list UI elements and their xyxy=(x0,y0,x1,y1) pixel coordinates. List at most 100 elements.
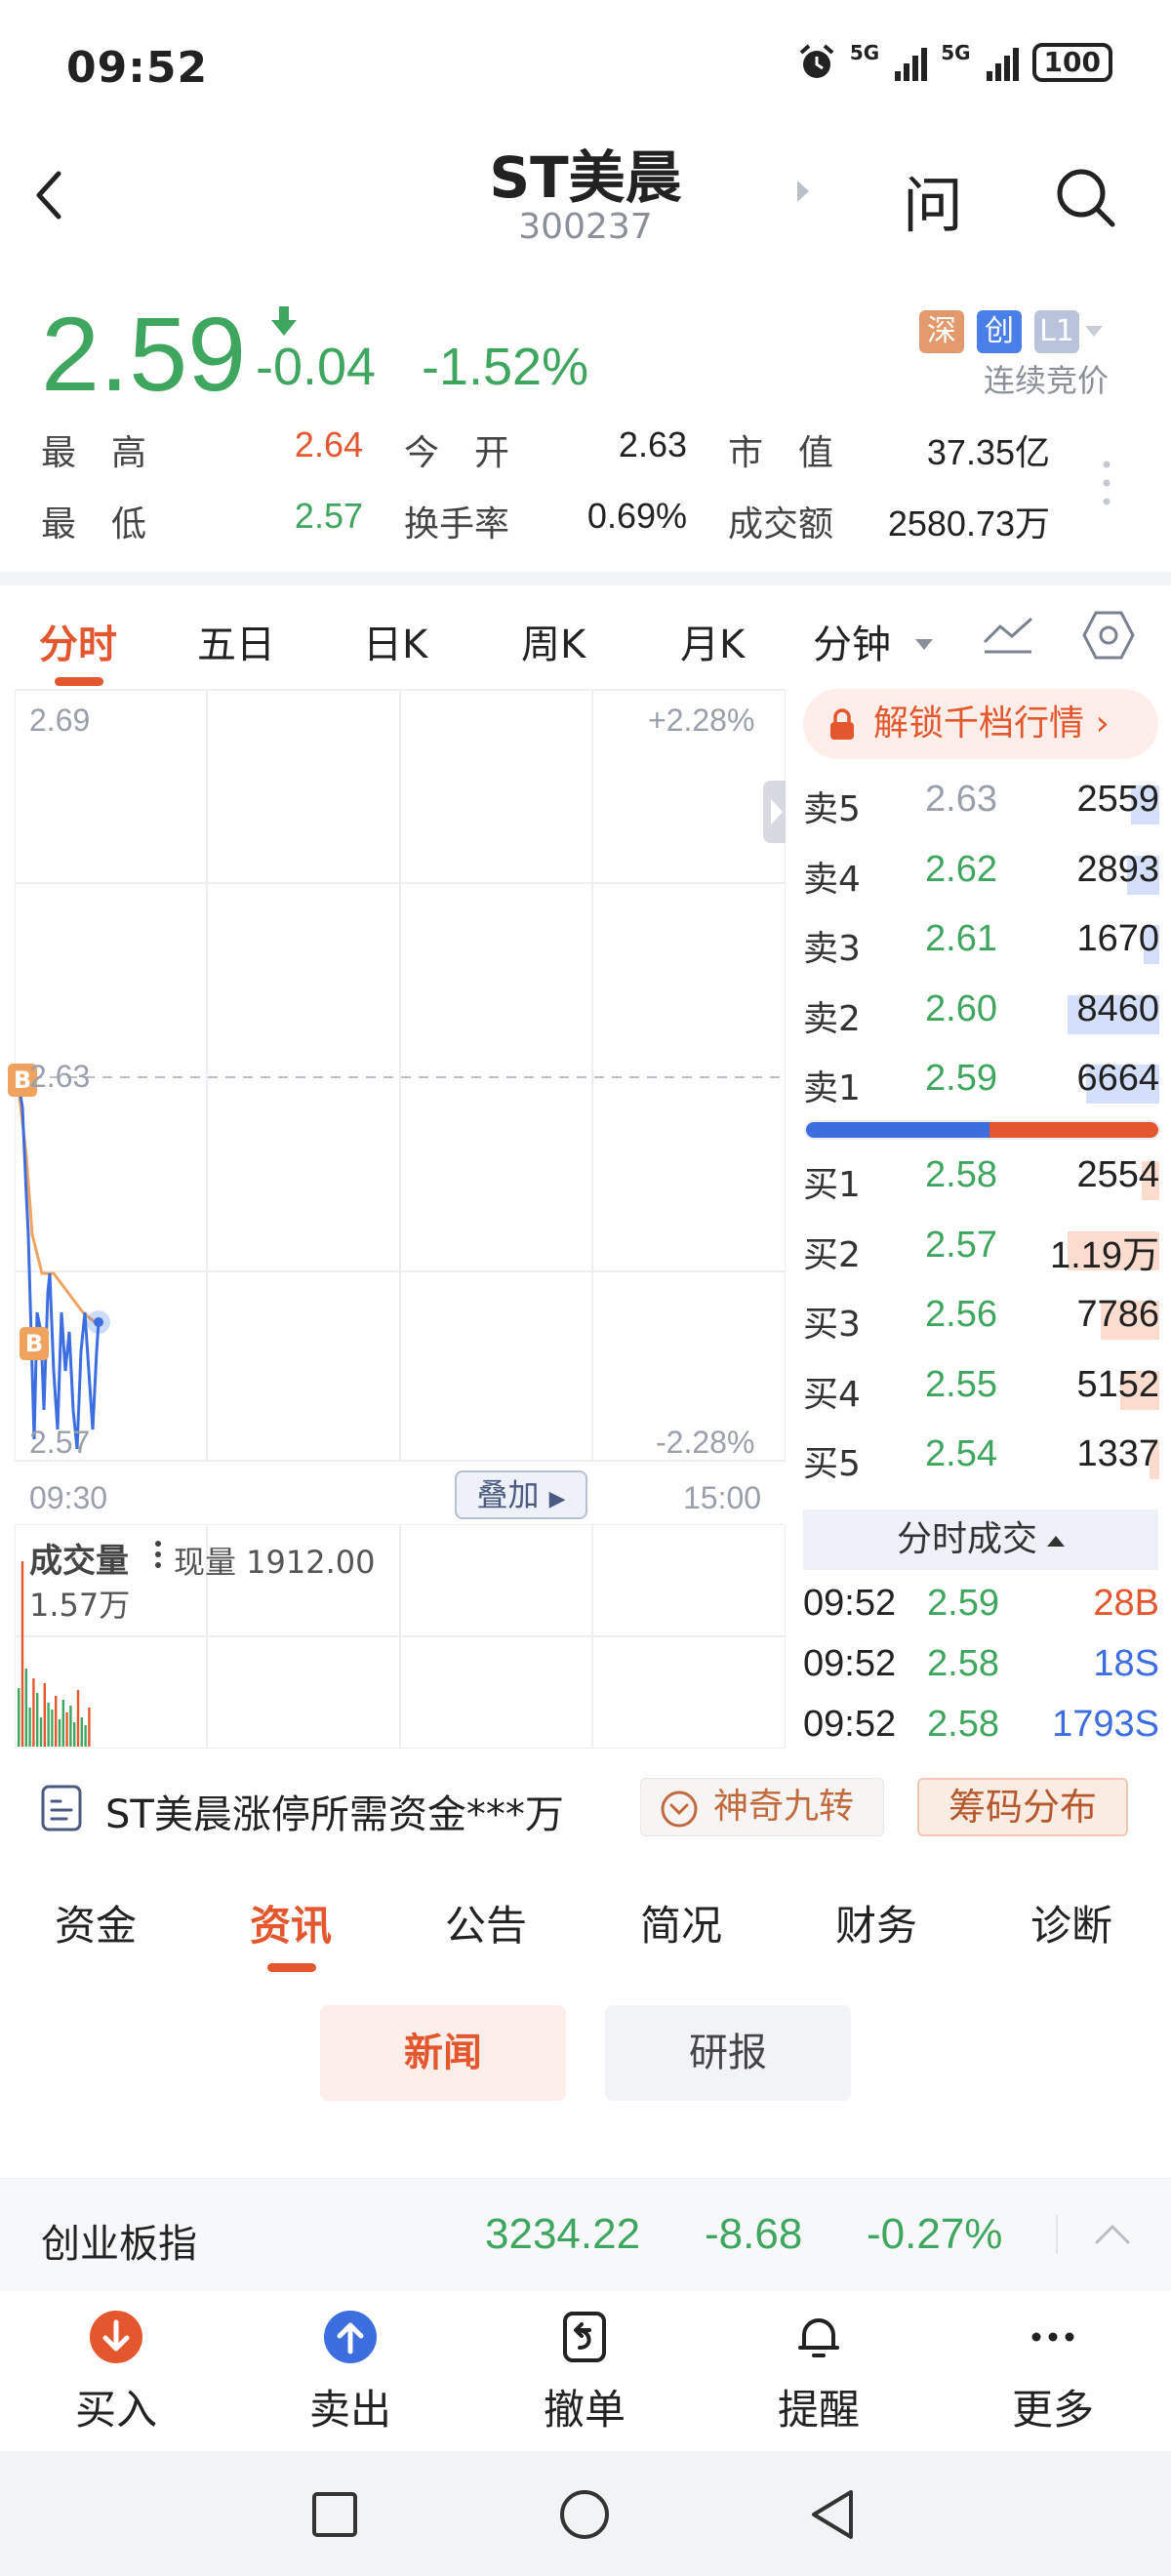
home-button[interactable] xyxy=(558,2488,611,2545)
tab-monthly-k[interactable]: 月K xyxy=(680,613,745,669)
volume-bar xyxy=(51,1710,54,1747)
tab-announcement[interactable]: 公告 xyxy=(445,1893,527,1952)
price-change: -0.04 xyxy=(256,338,377,396)
tick-time: 09:52 xyxy=(803,1704,897,1745)
ask-price[interactable]: 2.61 xyxy=(925,918,997,960)
tick-price: 2.59 xyxy=(927,1583,999,1624)
volume-bar xyxy=(55,1696,58,1747)
bid-price[interactable]: 2.57 xyxy=(925,1225,997,1267)
open-label: 今 开 xyxy=(404,433,510,473)
sell-button[interactable]: 卖出 xyxy=(272,2309,428,2436)
chip-distribution-button[interactable]: 筹码分布 xyxy=(917,1778,1128,1836)
alert-label: 提醒 xyxy=(777,2386,860,2434)
volume-chart[interactable] xyxy=(14,1523,787,1750)
volume-bar xyxy=(73,1722,76,1747)
low-value: 2.57 xyxy=(294,496,363,536)
tab-daily-k[interactable]: 日K xyxy=(363,613,427,669)
buy-marker[interactable]: B xyxy=(20,1327,49,1360)
volume-bar xyxy=(36,1693,39,1747)
tab-minute[interactable]: 分钟 xyxy=(813,613,891,669)
ask-price[interactable]: 2.63 xyxy=(925,779,997,821)
bid-price[interactable]: 2.58 xyxy=(925,1154,997,1196)
arrow-up-circle-icon xyxy=(324,2311,377,2363)
ticks-header[interactable]: 分时成交 xyxy=(803,1509,1158,1570)
tick-volume: 18S xyxy=(1093,1643,1159,1684)
volume-bar xyxy=(76,1690,80,1747)
tab-funds[interactable]: 资金 xyxy=(55,1893,137,1952)
ask-price[interactable]: 2.62 xyxy=(925,849,997,891)
ask-volume: 2893 xyxy=(1076,848,1159,890)
cancel-order-label: 撤单 xyxy=(543,2386,626,2434)
market-badge: 深 xyxy=(919,310,964,353)
volume-title[interactable]: 成交量 xyxy=(29,1534,129,1582)
ask-price[interactable]: 2.60 xyxy=(925,988,997,1030)
sub-tab-news[interactable]: 新闻 xyxy=(320,2005,566,2101)
cancel-order-button[interactable]: 撤单 xyxy=(506,2309,663,2436)
tick-time: 09:52 xyxy=(803,1583,897,1624)
next-stock-button[interactable] xyxy=(795,179,811,208)
alert-button[interactable]: 提醒 xyxy=(741,2309,897,2436)
ask-button[interactable]: 问 xyxy=(903,156,963,244)
ask-price[interactable]: 2.59 xyxy=(925,1058,997,1100)
vertical-dots-icon xyxy=(1103,461,1110,505)
ratio-sell-segment xyxy=(989,1122,1158,1138)
battery-icon: 100 xyxy=(1031,43,1112,82)
tab-news-info[interactable]: 资讯 xyxy=(250,1893,332,1952)
open-value: 2.63 xyxy=(618,424,687,464)
triangle-right-icon: ▶ xyxy=(548,1487,566,1511)
stock-name: ST美晨 xyxy=(489,144,682,211)
indicator-button[interactable] xyxy=(981,613,1035,662)
bid-level-label: 买1 xyxy=(803,1165,861,1205)
high-value: 2.64 xyxy=(294,424,363,464)
tab-active-indicator xyxy=(267,1963,316,1972)
overlay-label: 叠加 xyxy=(476,1476,540,1513)
chevron-up-icon xyxy=(1095,2224,1130,2244)
tab-finance[interactable]: 财务 xyxy=(835,1893,917,1952)
low-label: 最 低 xyxy=(41,504,147,544)
index-change-pct: -0.27% xyxy=(867,2210,1003,2258)
ask-level-label: 卖2 xyxy=(803,998,861,1039)
recent-apps-button[interactable] xyxy=(310,2490,359,2543)
bell-icon xyxy=(798,2318,839,2357)
volume-bar xyxy=(32,1678,35,1747)
tick-price: 2.58 xyxy=(927,1643,999,1684)
network-label-2: 5G xyxy=(941,41,971,64)
bid-volume: 7786 xyxy=(1076,1294,1159,1335)
bid-price[interactable]: 2.56 xyxy=(925,1294,997,1336)
bid-level-label: 买2 xyxy=(803,1234,861,1275)
volume-bar xyxy=(80,1717,83,1747)
bid-price[interactable]: 2.54 xyxy=(925,1433,997,1475)
triangle-right-icon xyxy=(797,181,809,202)
signal-icon xyxy=(895,44,928,81)
mcap-label: 市 值 xyxy=(728,433,834,473)
intraday-chart[interactable] xyxy=(14,688,792,1464)
tab-diagnosis[interactable]: 诊断 xyxy=(1030,1893,1112,1952)
sub-tab-report[interactable]: 研报 xyxy=(605,2005,851,2101)
price-change-pct: -1.52% xyxy=(422,338,589,396)
chevron-down-icon xyxy=(915,639,933,650)
ticks-title: 分时成交 xyxy=(896,1519,1037,1559)
settings-button[interactable] xyxy=(1081,609,1136,665)
search-button[interactable] xyxy=(1054,166,1118,234)
tab-overview[interactable]: 简况 xyxy=(640,1893,722,1952)
overlay-button[interactable]: 叠加 ▶ xyxy=(455,1470,587,1519)
turnover-value: 0.69% xyxy=(586,496,687,536)
back-nav-button[interactable] xyxy=(808,2488,857,2545)
hexagon-settings-icon xyxy=(1082,611,1135,660)
more-button[interactable]: 更多 xyxy=(975,2309,1131,2436)
more-stats-button[interactable] xyxy=(1101,459,1112,511)
limit-capital-link[interactable]: ST美晨涨停所需资金***万 xyxy=(105,1783,564,1839)
ask-volume: 1670 xyxy=(1076,918,1159,959)
bid-price[interactable]: 2.55 xyxy=(925,1364,997,1406)
level-badge[interactable]: L1 xyxy=(1034,310,1079,353)
tab-intraday[interactable]: 分时 xyxy=(39,613,117,669)
expand-index-button[interactable] xyxy=(1093,2221,1132,2250)
buy-button[interactable]: 买入 xyxy=(38,2309,194,2436)
triangle-up-icon xyxy=(1047,1535,1065,1547)
volume-bar xyxy=(39,1717,43,1747)
ratio-buy-segment xyxy=(806,1122,989,1138)
status-icons: 5G 5G 100 xyxy=(797,43,1112,82)
tab-active-indicator xyxy=(55,677,103,686)
tab-weekly-k[interactable]: 周K xyxy=(521,613,586,669)
tab-five-day[interactable]: 五日 xyxy=(197,613,275,669)
